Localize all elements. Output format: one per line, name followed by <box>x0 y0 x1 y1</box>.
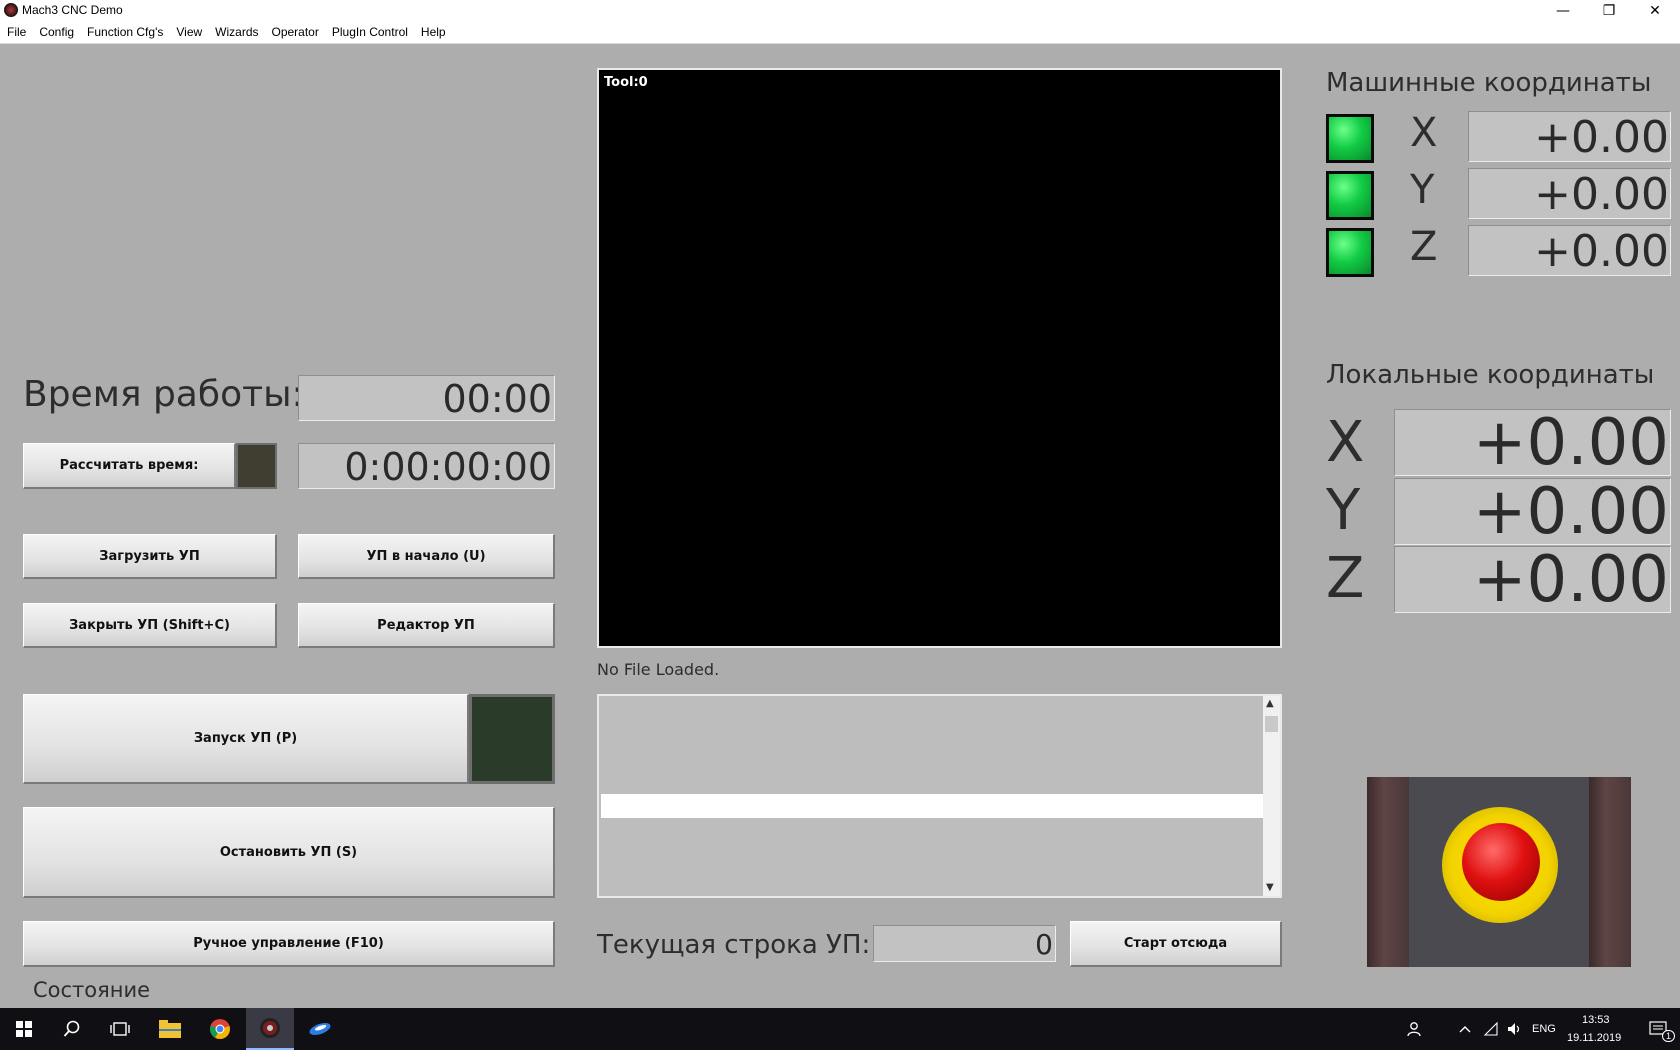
chrome-icon[interactable] <box>196 1008 244 1050</box>
menu-plugin-control[interactable]: PlugIn Control <box>325 22 414 43</box>
close-gcode-button[interactable]: Закрыть УП (Shift+C) <box>23 603 277 648</box>
scroll-down-icon[interactable]: ▼ <box>1266 882 1274 893</box>
machine-z-dro[interactable]: +0.00 <box>1468 225 1671 276</box>
calc-time-led <box>236 443 277 489</box>
menu-config[interactable]: Config <box>32 22 80 43</box>
network-icon[interactable] <box>1478 1008 1504 1050</box>
local-coords-title: Локальные координаты <box>1326 360 1655 390</box>
calc-time-button[interactable]: Рассчитать время: <box>23 443 236 489</box>
language-indicator[interactable]: ENG <box>1532 1023 1556 1035</box>
file-status: No File Loaded. <box>597 660 720 679</box>
machine-x-dro[interactable]: +0.00 <box>1468 111 1671 162</box>
tray-chevron-up-icon[interactable] <box>1452 1008 1478 1050</box>
notification-count-badge: 1 <box>1662 1030 1676 1042</box>
estop-red-knob-icon[interactable] <box>1462 823 1540 901</box>
estop-right-bezel <box>1589 777 1631 967</box>
scroll-thumb[interactable] <box>1265 716 1278 732</box>
calc-time-display: 0:00:00:00 <box>298 443 555 489</box>
rewind-button[interactable]: УП в начало (U) <box>298 534 555 579</box>
search-icon[interactable] <box>48 1008 96 1050</box>
close-button[interactable]: ✕ <box>1632 0 1678 22</box>
menu-function-cfgs[interactable]: Function Cfg's <box>80 22 169 43</box>
estop-left-bezel <box>1367 777 1409 967</box>
menu-operator[interactable]: Operator <box>265 22 325 43</box>
cycle-start-led <box>469 694 555 784</box>
runtime-label: Время работы: <box>23 374 304 415</box>
windows-start-icon[interactable] <box>0 1008 48 1050</box>
volume-icon[interactable] <box>1502 1008 1528 1050</box>
machine-y-ref-led[interactable] <box>1326 171 1374 220</box>
status-label: Состояние <box>33 978 151 1002</box>
people-icon[interactable] <box>1400 1008 1430 1050</box>
clock-date[interactable]: 19.11.2019 <box>1567 1032 1621 1044</box>
local-y-axis-label: Y <box>1326 478 1361 543</box>
machine-y-dro[interactable]: +0.00 <box>1468 168 1671 219</box>
gcode-list[interactable]: ▲ ▼ <box>597 694 1282 898</box>
gcode-scrollbar[interactable]: ▲ ▼ <box>1263 696 1280 896</box>
runtime-display: 00:00 <box>298 375 555 421</box>
mach3-taskbar-icon[interactable] <box>246 1008 294 1050</box>
local-y-dro[interactable]: +0.00 <box>1394 478 1671 545</box>
machine-x-axis-label: X <box>1410 110 1438 156</box>
machine-z-axis-label: Z <box>1410 224 1438 270</box>
jog-button[interactable]: Ручное управление (F10) <box>23 921 555 967</box>
run-from-here-button[interactable]: Старт отсюда <box>1070 921 1282 967</box>
gcode-editor-button[interactable]: Редактор УП <box>298 603 555 648</box>
app-shortcut-icon[interactable] <box>296 1008 344 1050</box>
machine-z-ref-led[interactable] <box>1326 228 1374 277</box>
load-gcode-button[interactable]: Загрузить УП <box>23 534 277 579</box>
local-z-axis-label: Z <box>1326 546 1365 611</box>
task-view-icon[interactable] <box>96 1008 144 1050</box>
current-line-display[interactable]: 0 <box>873 925 1056 962</box>
current-line-highlight <box>601 794 1263 818</box>
emergency-stop-button[interactable] <box>1367 777 1631 967</box>
app-logo-icon <box>4 3 18 17</box>
scroll-up-icon[interactable]: ▲ <box>1266 698 1274 709</box>
local-z-dro[interactable]: +0.00 <box>1394 546 1671 613</box>
toolpath-display[interactable]: Tool:0 <box>597 68 1282 648</box>
local-x-axis-label: X <box>1326 410 1365 475</box>
maximize-button[interactable]: ❐ <box>1586 0 1632 22</box>
local-x-dro[interactable]: +0.00 <box>1394 409 1671 476</box>
current-line-label: Текущая строка УП: <box>597 930 871 960</box>
tool-label: Tool:0 <box>604 75 648 90</box>
taskbar: ENG 13:53 19.11.2019 1 <box>0 1008 1680 1050</box>
stop-button[interactable]: Остановить УП (S) <box>23 807 555 898</box>
cycle-start-button[interactable]: Запуск УП (P) <box>23 694 469 784</box>
window-title: Mach3 CNC Demo <box>22 3 123 17</box>
minimize-button[interactable]: — <box>1540 0 1586 22</box>
title-bar: Mach3 CNC Demo — ❐ ✕ <box>0 0 1680 22</box>
menu-wizards[interactable]: Wizards <box>208 22 264 43</box>
clock-time[interactable]: 13:53 <box>1582 1014 1610 1026</box>
menu-help[interactable]: Help <box>414 22 452 43</box>
notifications-icon[interactable]: 1 <box>1636 1008 1680 1050</box>
file-explorer-icon[interactable] <box>146 1008 194 1050</box>
machine-y-axis-label: Y <box>1410 167 1435 213</box>
machine-coords-title: Машинные координаты <box>1326 68 1652 98</box>
menu-file[interactable]: File <box>0 22 32 43</box>
menu-bar: File Config Function Cfg's View Wizards … <box>0 22 1680 44</box>
menu-view[interactable]: View <box>169 22 208 43</box>
machine-x-ref-led[interactable] <box>1326 114 1374 163</box>
